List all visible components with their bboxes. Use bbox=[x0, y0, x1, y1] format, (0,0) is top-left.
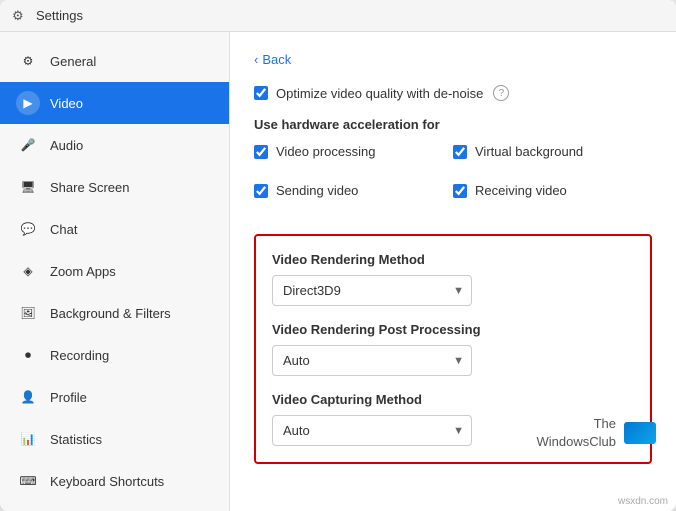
watermark: The WindowsClub bbox=[537, 415, 656, 451]
rendering-post-group: Video Rendering Post Processing Auto Ena… bbox=[272, 322, 634, 376]
chat-icon: 💬 bbox=[16, 217, 40, 241]
sidebar-item-profile[interactable]: 👤 Profile bbox=[0, 376, 229, 418]
settings-icon: ⚙ bbox=[12, 8, 28, 24]
watermark-line2: WindowsClub bbox=[537, 433, 616, 451]
capturing-method-select-wrapper: Auto DirectShow MediaFoundation ▼ bbox=[272, 415, 472, 446]
receiving-video-label: Receiving video bbox=[475, 183, 567, 198]
receiving-video-row: Receiving video bbox=[453, 183, 652, 198]
video-processing-checkbox[interactable] bbox=[254, 145, 268, 159]
general-icon: ⚙ bbox=[16, 49, 40, 73]
sidebar-item-share-screen[interactable]: 🖥 Share Screen bbox=[0, 166, 229, 208]
video-processing-row: Video processing bbox=[254, 144, 453, 159]
rendering-post-title: Video Rendering Post Processing bbox=[272, 322, 634, 337]
keyboard-shortcuts-icon: ⌨ bbox=[16, 469, 40, 493]
sidebar-item-label-video: Video bbox=[50, 96, 83, 111]
left-checkboxes: Video processing Sending video bbox=[254, 144, 453, 214]
info-icon[interactable]: ? bbox=[493, 85, 509, 101]
rendering-post-select[interactable]: Auto Enable Disable bbox=[272, 345, 472, 376]
back-label: Back bbox=[262, 52, 291, 67]
watermark-line1: The bbox=[537, 415, 616, 433]
receiving-video-checkbox[interactable] bbox=[453, 184, 467, 198]
video-processing-label: Video processing bbox=[276, 144, 376, 159]
virtual-background-checkbox[interactable] bbox=[453, 145, 467, 159]
chevron-left-icon: ‹ bbox=[254, 52, 258, 67]
sidebar-item-label-zoom-apps: Zoom Apps bbox=[50, 264, 116, 279]
sending-video-label: Sending video bbox=[276, 183, 358, 198]
sending-video-checkbox[interactable] bbox=[254, 184, 268, 198]
optimize-row: Optimize video quality with de-noise ? bbox=[254, 85, 652, 101]
sidebar-item-label-share-screen: Share Screen bbox=[50, 180, 130, 195]
profile-icon: 👤 bbox=[16, 385, 40, 409]
settings-window: ⚙ Settings ⚙ General ▶ Video 🎤 Audio 🖥 Share Sc… bbox=[0, 0, 676, 511]
sidebar-item-zoom-apps[interactable]: ◈ Zoom Apps bbox=[0, 250, 229, 292]
sidebar-item-general[interactable]: ⚙ General bbox=[0, 40, 229, 82]
virtual-background-row: Virtual background bbox=[453, 144, 652, 159]
sending-video-row: Sending video bbox=[254, 183, 453, 198]
sidebar-item-label-general: General bbox=[50, 54, 96, 69]
capturing-method-select[interactable]: Auto DirectShow MediaFoundation bbox=[272, 415, 472, 446]
sidebar-item-recording[interactable]: ⏺ Recording bbox=[0, 334, 229, 376]
zoom-apps-icon: ◈ bbox=[16, 259, 40, 283]
wsxdn-watermark: wsxdn.com bbox=[618, 496, 668, 507]
statistics-icon: 📊 bbox=[16, 427, 40, 451]
optimize-label: Optimize video quality with de-noise bbox=[276, 86, 483, 101]
back-link[interactable]: ‹ Back bbox=[254, 52, 652, 67]
virtual-background-label: Virtual background bbox=[475, 144, 583, 159]
sidebar: ⚙ General ▶ Video 🎤 Audio 🖥 Share Screen 💬 Chat ◈ Z… bbox=[0, 32, 230, 511]
hardware-title: Use hardware acceleration for bbox=[254, 117, 652, 132]
sidebar-item-chat[interactable]: 💬 Chat bbox=[0, 208, 229, 250]
sidebar-item-label-keyboard-shortcuts: Keyboard Shortcuts bbox=[50, 474, 164, 489]
sidebar-item-label-background-filters: Background & Filters bbox=[50, 306, 171, 321]
sidebar-item-background-filters[interactable]: 🖼 Background & Filters bbox=[0, 292, 229, 334]
hardware-checkboxes: Video processing Sending video Virtual b… bbox=[254, 144, 652, 214]
audio-icon: 🎤 bbox=[16, 133, 40, 157]
sidebar-item-label-audio: Audio bbox=[50, 138, 83, 153]
sidebar-item-audio[interactable]: 🎤 Audio bbox=[0, 124, 229, 166]
background-filters-icon: 🖼 bbox=[16, 301, 40, 325]
sidebar-item-video[interactable]: ▶ Video bbox=[0, 82, 229, 124]
rendering-method-select-wrapper: Direct3D9 Auto Direct3D11 OpenGL ▼ bbox=[272, 275, 472, 306]
sidebar-item-label-profile: Profile bbox=[50, 390, 87, 405]
rendering-method-select[interactable]: Direct3D9 Auto Direct3D11 OpenGL bbox=[272, 275, 472, 306]
titlebar: ⚙ Settings bbox=[0, 0, 676, 32]
content-area: ⚙ General ▶ Video 🎤 Audio 🖥 Share Screen 💬 Chat ◈ Z… bbox=[0, 32, 676, 511]
watermark-logo bbox=[624, 422, 656, 444]
recording-icon: ⏺ bbox=[16, 343, 40, 367]
sidebar-item-label-statistics: Statistics bbox=[50, 432, 102, 447]
rendering-method-title: Video Rendering Method bbox=[272, 252, 634, 267]
rendering-method-group: Video Rendering Method Direct3D9 Auto Di… bbox=[272, 252, 634, 306]
sidebar-item-accessibility[interactable]: ♿Accessibility bbox=[0, 502, 229, 511]
main-panel: ‹ Back Optimize video quality with de-no… bbox=[230, 32, 676, 511]
optimize-checkbox[interactable] bbox=[254, 86, 268, 100]
sidebar-item-keyboard-shortcuts[interactable]: ⌨ Keyboard Shortcuts bbox=[0, 460, 229, 502]
share-screen-icon: 🖥 bbox=[16, 175, 40, 199]
sidebar-item-statistics[interactable]: 📊 Statistics bbox=[0, 418, 229, 460]
video-icon: ▶ bbox=[16, 91, 40, 115]
sidebar-item-label-recording: Recording bbox=[50, 348, 109, 363]
sidebar-item-label-chat: Chat bbox=[50, 222, 77, 237]
capturing-method-title: Video Capturing Method bbox=[272, 392, 634, 407]
window-title: Settings bbox=[36, 8, 83, 23]
right-checkboxes: Virtual background Receiving video bbox=[453, 144, 652, 214]
rendering-post-select-wrapper: Auto Enable Disable ▼ bbox=[272, 345, 472, 376]
